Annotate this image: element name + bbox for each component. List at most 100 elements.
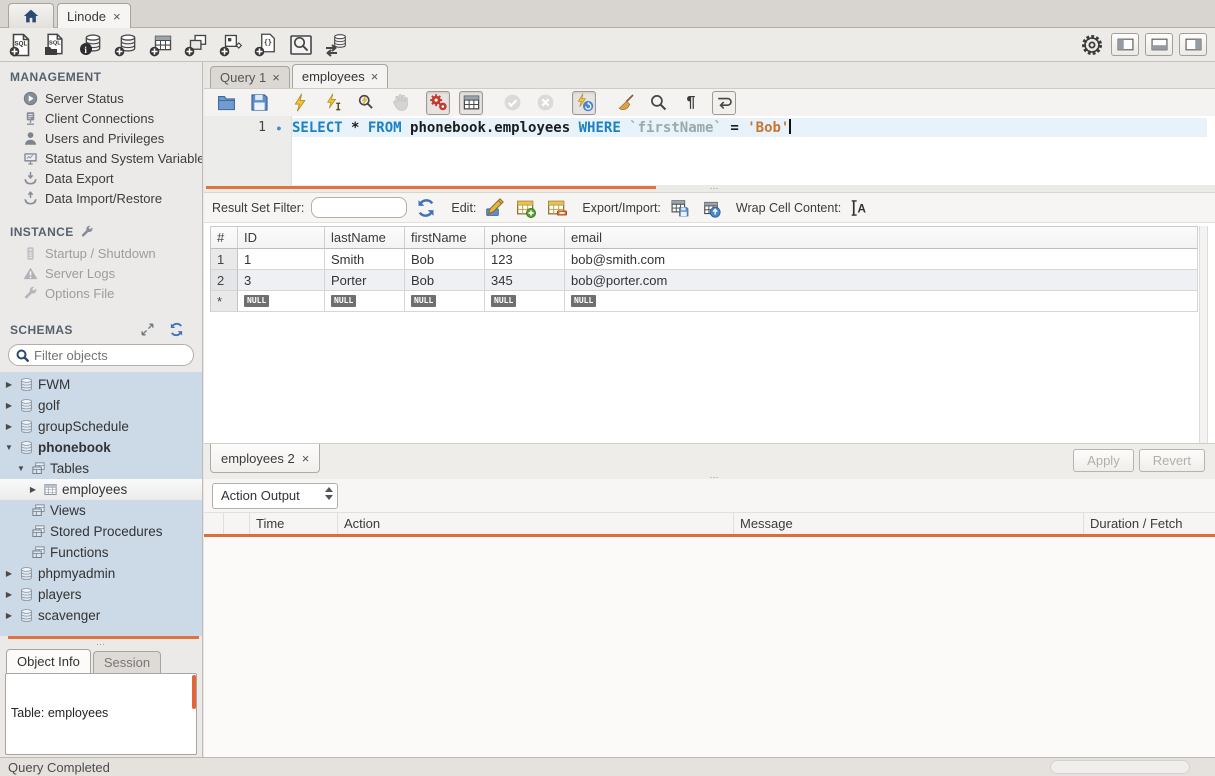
grid-header-lastname[interactable]: lastName [325,227,405,249]
sidebar-item-client-connections[interactable]: Client Connections [0,108,202,128]
beautify-script-button[interactable] [613,91,637,115]
grid-cell[interactable]: NULL [485,291,565,312]
result-filter-input[interactable] [311,197,407,218]
insert-row-button[interactable] [514,197,538,219]
expander-icon[interactable]: ▶ [3,401,15,410]
import-records-button[interactable] [699,197,723,219]
wrap-cell-content-button[interactable] [848,197,872,219]
grid-cell[interactable]: 345 [485,270,565,291]
tree-item-table-employees[interactable]: ▶ employees [0,479,202,500]
sidebar-item-server-logs[interactable]: Server Logs [0,263,202,283]
revert-button[interactable]: Revert [1139,449,1205,472]
results-output-splitter-handle[interactable]: ⋯ [710,472,720,483]
grid-cell[interactable]: 1 [238,249,325,270]
home-tab[interactable] [8,3,54,28]
toggle-stop-on-error-button[interactable] [426,91,450,115]
refresh-schemas-icon[interactable] [169,322,184,337]
sql-editor[interactable]: 1 ● SELECT * FROM phonebook.employees WH… [204,116,1215,185]
tree-item-tables-group[interactable]: ▼ Tables [0,458,202,479]
tree-item-schema[interactable]: ▶ groupSchedule [0,416,202,437]
object-info-scrollbar[interactable] [192,675,196,709]
limit-rows-button[interactable] [459,91,483,115]
save-script-button[interactable] [247,91,271,115]
show-invisibles-button[interactable]: ¶ [679,91,703,115]
sidebar-item-server-status[interactable]: Server Status [0,88,202,108]
inspect-database-button[interactable] [78,32,104,58]
tree-item-functions-group[interactable]: Functions [0,542,202,563]
sidebar-item-startup-shutdown[interactable]: Startup / Shutdown [0,243,202,263]
grid-cell[interactable]: Bob [405,270,485,291]
sidebar-splitter-handle[interactable]: ⋯ [0,639,202,648]
create-view-button[interactable] [183,32,209,58]
create-stored-procedure-button[interactable] [218,32,244,58]
refresh-results-button[interactable] [414,197,438,219]
apply-button[interactable]: Apply [1073,449,1134,472]
close-icon[interactable]: × [113,10,121,23]
toggle-right-sidebar-button[interactable] [1179,33,1207,56]
grid-cell[interactable]: 123 [485,249,565,270]
expander-icon[interactable]: ▶ [3,380,15,389]
expander-icon[interactable]: ▶ [3,611,15,620]
tab-session[interactable]: Session [93,651,161,673]
edit-current-row-button[interactable] [483,197,507,219]
output-type-select[interactable]: Action Output [212,483,338,509]
tab-employees[interactable]: employees × [292,64,388,88]
connection-tab-linode[interactable]: Linode × [57,3,131,28]
tree-item-schema[interactable]: ▶ phpmyadmin [0,563,202,584]
grid-cell[interactable]: bob@porter.com [565,270,1198,291]
grid-cell[interactable]: NULL [325,291,405,312]
expander-icon[interactable]: ▼ [15,464,27,473]
result-set-tab-employees-2[interactable]: employees 2 × [210,444,320,473]
grid-cell[interactable]: Bob [405,249,485,270]
grid-cell[interactable]: NULL [238,291,325,312]
reconnect-dbms-button[interactable] [323,32,349,58]
schema-filter-input[interactable] [34,348,203,363]
expander-icon[interactable]: ▼ [3,443,15,452]
horizontal-scrollbar-thumb[interactable] [1050,760,1190,774]
create-function-button[interactable] [253,32,279,58]
grid-cell[interactable]: Porter [325,270,405,291]
tree-item-views-group[interactable]: Views [0,500,202,521]
grid-header-firstname[interactable]: firstName [405,227,485,249]
grid-cell[interactable]: NULL [565,291,1198,312]
search-table-data-button[interactable] [288,32,314,58]
tree-item-schema-phonebook[interactable]: ▼ phonebook [0,437,202,458]
expander-icon[interactable]: ▶ [27,485,39,494]
tree-item-schema[interactable]: ▶ scavenger [0,605,202,626]
tab-object-info[interactable]: Object Info [6,649,91,673]
tree-item-stored-procedures-group[interactable]: Stored Procedures [0,521,202,542]
find-in-script-button[interactable] [646,91,670,115]
execute-statement-button[interactable] [288,91,312,115]
toggle-wrap-button[interactable] [712,91,736,115]
sidebar-item-options-file[interactable]: Options File [0,283,202,303]
tree-item-schema[interactable]: ▶ players [0,584,202,605]
tree-item-schema[interactable]: ▶ golf [0,395,202,416]
expander-icon[interactable]: ▶ [3,422,15,431]
close-icon[interactable]: × [272,71,280,84]
close-icon[interactable]: × [371,70,379,83]
stop-query-button[interactable] [387,91,411,115]
rollback-button[interactable] [533,91,557,115]
expander-icon[interactable]: ▶ [3,590,15,599]
open-script-button[interactable] [214,91,238,115]
expand-schemas-icon[interactable] [140,322,155,337]
explain-plan-button[interactable] [354,91,378,115]
commit-button[interactable] [500,91,524,115]
open-sql-script-button[interactable] [43,32,69,58]
close-icon[interactable]: × [302,452,310,465]
grid-cell[interactable]: Smith [325,249,405,270]
toggle-left-sidebar-button[interactable] [1111,33,1139,56]
grid-cell[interactable]: 3 [238,270,325,291]
splitter-handle[interactable]: ⋯ [710,183,720,194]
delete-row-button[interactable] [545,197,569,219]
sidebar-item-data-export[interactable]: Data Export [0,168,202,188]
new-sql-tab-button[interactable] [8,32,34,58]
sidebar-item-data-import[interactable]: Data Import/Restore [0,188,202,208]
export-recordset-button[interactable] [668,197,692,219]
grid-cell[interactable]: NULL [405,291,485,312]
grid-vertical-scrollbar[interactable] [1199,226,1208,443]
toggle-output-area-button[interactable] [1145,33,1173,56]
grid-cell[interactable]: bob@smith.com [565,249,1198,270]
sidebar-item-users-privileges[interactable]: Users and Privileges [0,128,202,148]
sidebar-item-system-variables[interactable]: Status and System Variables [0,148,202,168]
